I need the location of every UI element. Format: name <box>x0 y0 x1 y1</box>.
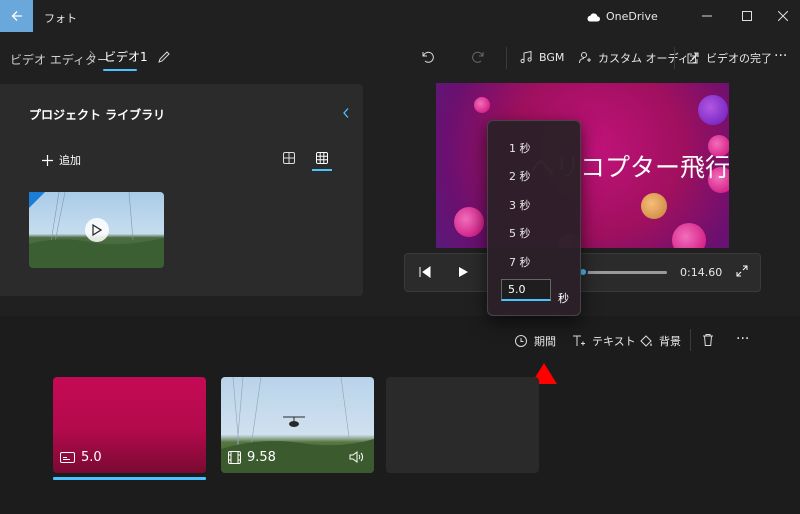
more-icon: ··· <box>736 331 750 347</box>
onedrive-label: OneDrive <box>606 10 658 23</box>
film-icon <box>228 451 241 464</box>
chevron-left-icon <box>343 108 349 118</box>
finish-video-button[interactable]: ビデオの完了 <box>686 50 772 66</box>
bgm-button[interactable]: BGM <box>519 50 564 64</box>
play-icon <box>459 267 468 277</box>
clip-duration: 9.58 <box>247 450 276 465</box>
duration-button[interactable]: 期間 <box>514 333 556 349</box>
toolbar-divider <box>506 47 507 69</box>
fullscreen-button[interactable] <box>736 265 748 277</box>
close-button[interactable] <box>763 0 800 32</box>
title-bar <box>0 0 800 32</box>
duration-option-2s[interactable]: 2 秒 <box>509 168 531 184</box>
back-button[interactable] <box>0 0 33 32</box>
undo-button[interactable] <box>420 50 434 64</box>
text-label: テキスト <box>592 335 636 348</box>
finish-video-label: ビデオの完了 <box>706 52 772 65</box>
previous-frame-button[interactable] <box>418 265 432 279</box>
expand-icon <box>736 265 748 277</box>
duration-option-3s[interactable]: 3 秒 <box>509 197 531 213</box>
storyboard-more-button[interactable]: ··· <box>736 331 749 347</box>
add-media-button[interactable]: 追加 <box>42 152 81 168</box>
skip-back-icon <box>419 266 431 278</box>
custom-audio-button[interactable]: カスタム オーディオ <box>578 50 700 66</box>
pencil-icon <box>158 51 170 63</box>
custom-audio-label: カスタム オーディオ <box>598 52 700 65</box>
duration-option-1s[interactable]: 1 秒 <box>509 140 531 156</box>
close-icon <box>778 11 788 21</box>
maximize-icon <box>742 11 752 21</box>
view-selected-indicator <box>312 169 332 171</box>
play-icon <box>92 224 102 236</box>
undo-icon <box>422 51 434 63</box>
export-icon <box>687 52 699 64</box>
toolbar-divider <box>690 329 691 351</box>
plus-icon <box>42 154 53 166</box>
cloud-icon <box>587 12 600 21</box>
collapse-library-button[interactable] <box>342 106 350 120</box>
storyboard-clip-video[interactable]: 9.58 <box>221 377 374 473</box>
maximize-button[interactable] <box>727 0 767 32</box>
music-note-icon <box>520 50 532 64</box>
paint-bucket-icon <box>640 335 652 347</box>
more-options-button[interactable]: ··· <box>774 48 787 64</box>
library-title: プロジェクト ライブラリ <box>29 108 166 122</box>
chevron-right-icon <box>88 48 96 62</box>
media-used-indicator <box>29 192 45 208</box>
background-label: 背景 <box>659 335 681 348</box>
app-title: フォト <box>44 12 77 25</box>
arrow-left-icon <box>11 11 22 21</box>
delete-button[interactable] <box>701 333 715 347</box>
bgm-label: BGM <box>539 50 565 64</box>
seek-track[interactable] <box>585 271 667 274</box>
background-button[interactable]: 背景 <box>639 333 681 349</box>
small-thumbnails-button[interactable] <box>312 148 332 168</box>
toolbar-divider <box>674 47 675 69</box>
redo-button[interactable] <box>472 50 486 64</box>
custom-duration-input[interactable] <box>501 279 551 301</box>
text-icon <box>573 335 585 346</box>
speaker-icon <box>349 451 363 463</box>
duration-unit-label: 秒 <box>558 292 569 305</box>
breadcrumb-current[interactable]: ビデオ1 <box>104 48 148 65</box>
text-button[interactable]: テキスト <box>572 333 636 349</box>
clip-duration: 5.0 <box>81 450 102 465</box>
selected-clip-indicator <box>53 477 206 480</box>
clock-icon <box>515 335 527 347</box>
title-card-icon <box>60 452 75 463</box>
storyboard-clip-title-card[interactable]: 5.0 <box>53 377 206 473</box>
breadcrumb-underline <box>103 69 137 71</box>
redo-icon <box>472 51 484 63</box>
more-icon: ··· <box>774 48 788 64</box>
playback-time: 0:14.60 <box>680 266 723 279</box>
audio-toggle[interactable] <box>349 451 364 463</box>
large-thumbnails-button[interactable] <box>283 152 295 164</box>
minimize-button[interactable] <box>687 0 727 32</box>
play-video-button[interactable] <box>85 218 109 242</box>
grid-small-icon <box>316 152 328 164</box>
rename-button[interactable] <box>157 50 171 64</box>
add-media-label: 追加 <box>59 154 81 167</box>
duration-option-7s[interactable]: 7 秒 <box>509 254 531 270</box>
minimize-icon <box>702 15 712 17</box>
person-audio-icon <box>579 52 591 64</box>
grid-large-icon <box>283 152 295 164</box>
onedrive-status[interactable]: OneDrive <box>586 10 658 23</box>
duration-option-5s[interactable]: 5 秒 <box>509 225 531 241</box>
trash-icon <box>703 334 713 346</box>
storyboard-empty-slot[interactable] <box>386 377 539 473</box>
play-button[interactable] <box>456 265 470 279</box>
duration-label: 期間 <box>534 335 556 348</box>
